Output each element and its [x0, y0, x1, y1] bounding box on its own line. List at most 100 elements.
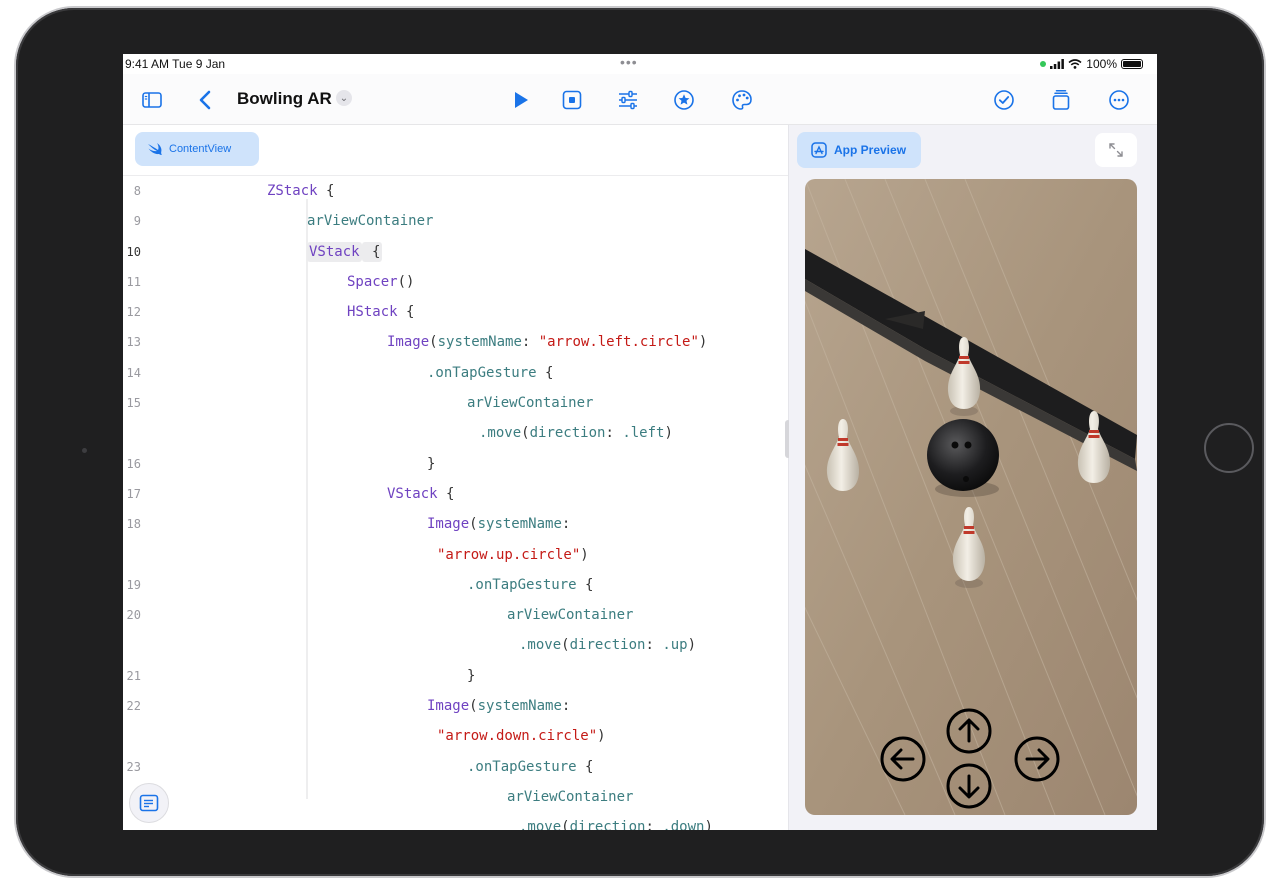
stack-icon[interactable] — [1048, 87, 1074, 113]
line-number: 8 — [133, 184, 141, 198]
code-line[interactable]: 16} — [123, 449, 788, 479]
code-line[interactable]: .move(direction: .left) — [123, 418, 788, 448]
ar-view[interactable] — [805, 179, 1137, 815]
console-toggle-button[interactable] — [129, 783, 169, 823]
code-lines[interactable]: 8 ZStack { 9 arViewContainer 10 VStack {11 Spa… — [123, 176, 788, 830]
line-number: 9 — [133, 214, 141, 229]
arrow-right-circle-icon[interactable] — [1014, 736, 1060, 782]
code-token: : — [561, 516, 571, 533]
ellipsis-circle-icon[interactable] — [1106, 87, 1132, 113]
code-text: .move(direction: .down) — [519, 812, 713, 830]
code-token: systemName — [477, 516, 562, 533]
line-number: 12 — [126, 305, 141, 320]
code-token: arViewContainer — [467, 395, 594, 412]
code-token: ( — [469, 698, 478, 715]
arrow-up-circle-icon[interactable] — [946, 708, 992, 754]
code-token: ) — [664, 425, 673, 442]
code-line[interactable]: 19 .onTapGesture { — [123, 570, 788, 600]
checkmark-circle-icon[interactable] — [991, 87, 1017, 113]
code-line[interactable]: 23 .onTapGesture { — [123, 752, 788, 782]
line-number: 14 — [126, 365, 141, 380]
code-text: arViewContainer — [507, 782, 633, 812]
code-line[interactable]: 13 Image(systemName: "arrow.left.circle") — [123, 327, 788, 357]
code-token: { — [536, 364, 554, 381]
line-number: 22 — [126, 699, 141, 714]
expand-button[interactable] — [1095, 133, 1137, 167]
project-title[interactable]: Bowling AR — [237, 89, 332, 109]
code-token: "arrow.up.circle" — [437, 546, 581, 563]
wifi-icon — [1068, 59, 1082, 69]
code-text: Image(systemName: "arrow.left.circle") — [387, 327, 707, 357]
code-token: ( — [561, 637, 570, 654]
line-number: 15 — [126, 396, 141, 411]
code-line[interactable]: 11 Spacer() — [123, 267, 788, 297]
code-token: VStack — [307, 241, 362, 262]
code-token: direction — [529, 425, 606, 442]
code-token: systemName — [437, 334, 522, 351]
code-line[interactable]: 21} — [123, 661, 788, 691]
code-token: VStack — [387, 485, 438, 502]
code-text: .onTapGesture { — [467, 752, 593, 782]
file-tab-contentview[interactable]: ContentView — [135, 132, 259, 166]
code-line[interactable]: "arrow.down.circle") — [123, 721, 788, 751]
code-token: arViewContainer — [507, 607, 634, 624]
code-token: { — [317, 183, 335, 199]
code-line[interactable]: .move(direction: .down) — [123, 812, 788, 830]
battery-percent: 100% — [1086, 57, 1117, 71]
code-text: .move(direction: .left) — [479, 418, 673, 448]
code-line[interactable]: arViewContainer — [123, 782, 788, 812]
code-line[interactable]: 22 Image(systemName: — [123, 691, 788, 721]
code-line[interactable]: 20 arViewContainer — [123, 600, 788, 630]
code-line[interactable]: 9 arViewContainer — [123, 206, 788, 236]
code-line[interactable]: 17 VStack { — [123, 479, 788, 509]
code-text: Spacer() — [347, 267, 414, 297]
code-line[interactable]: 12 HStack { — [123, 297, 788, 327]
app-preview-button[interactable]: App Preview — [797, 132, 921, 168]
sidebar-icon[interactable] — [139, 87, 165, 113]
stop-icon[interactable] — [559, 87, 585, 113]
code-text: .onTapGesture { — [467, 570, 593, 600]
multitasking-dots[interactable]: ••• — [620, 54, 638, 70]
code-token: .move — [519, 637, 562, 654]
code-text: arViewContainer — [507, 600, 633, 630]
play-icon[interactable] — [507, 87, 533, 113]
code-token: ( — [521, 425, 530, 442]
screen: 9:41 AM Tue 9 Jan ••• 100% Bowling AR ⌄ — [123, 54, 1157, 830]
code-text: VStack { — [387, 479, 454, 509]
star-icon[interactable] — [671, 87, 697, 113]
chevron-down-icon[interactable]: ⌄ — [336, 90, 352, 106]
code-token: .onTapGesture — [427, 364, 537, 381]
code-token: ) — [687, 637, 697, 654]
code-line[interactable]: 10 VStack { — [123, 237, 788, 267]
code-line[interactable]: 14 .onTapGesture { — [123, 358, 788, 388]
code-token: ) — [704, 819, 713, 830]
code-line[interactable]: 15 arViewContainer — [123, 388, 788, 418]
code-text: Image(systemName: — [427, 691, 570, 721]
code-token: { — [576, 576, 594, 593]
code-line[interactable]: 8 ZStack { — [123, 176, 788, 206]
code-token: .move — [479, 425, 522, 442]
home-button[interactable] — [1204, 423, 1254, 473]
code-text: VStack { — [307, 237, 383, 267]
swift-icon — [148, 143, 162, 155]
code-token: } — [427, 455, 436, 472]
code-text: .move(direction: .up) — [519, 630, 696, 660]
code-token: systemName — [477, 698, 562, 715]
sliders-icon[interactable] — [615, 87, 641, 113]
arrow-left-circle-icon[interactable] — [880, 736, 926, 782]
code-editor[interactable]: ContentView 8 ZStack { 9 arViewContainer 10 V… — [123, 125, 789, 830]
arrow-down-circle-icon[interactable] — [946, 763, 992, 809]
code-token: .up — [662, 637, 688, 654]
code-token: .onTapGesture — [467, 758, 577, 775]
code-token: .down — [662, 819, 705, 830]
code-line[interactable]: "arrow.up.circle") — [123, 540, 788, 570]
back-chevron-icon[interactable] — [193, 87, 219, 113]
code-token: : — [645, 637, 663, 654]
mic-indicator-icon — [1040, 61, 1047, 67]
code-line[interactable]: 18 Image(systemName: — [123, 509, 788, 539]
code-token: { — [397, 304, 415, 321]
code-token: { — [361, 241, 383, 262]
code-token: arViewContainer — [307, 213, 434, 230]
palette-icon[interactable] — [729, 87, 755, 113]
code-line[interactable]: .move(direction: .up) — [123, 630, 788, 660]
